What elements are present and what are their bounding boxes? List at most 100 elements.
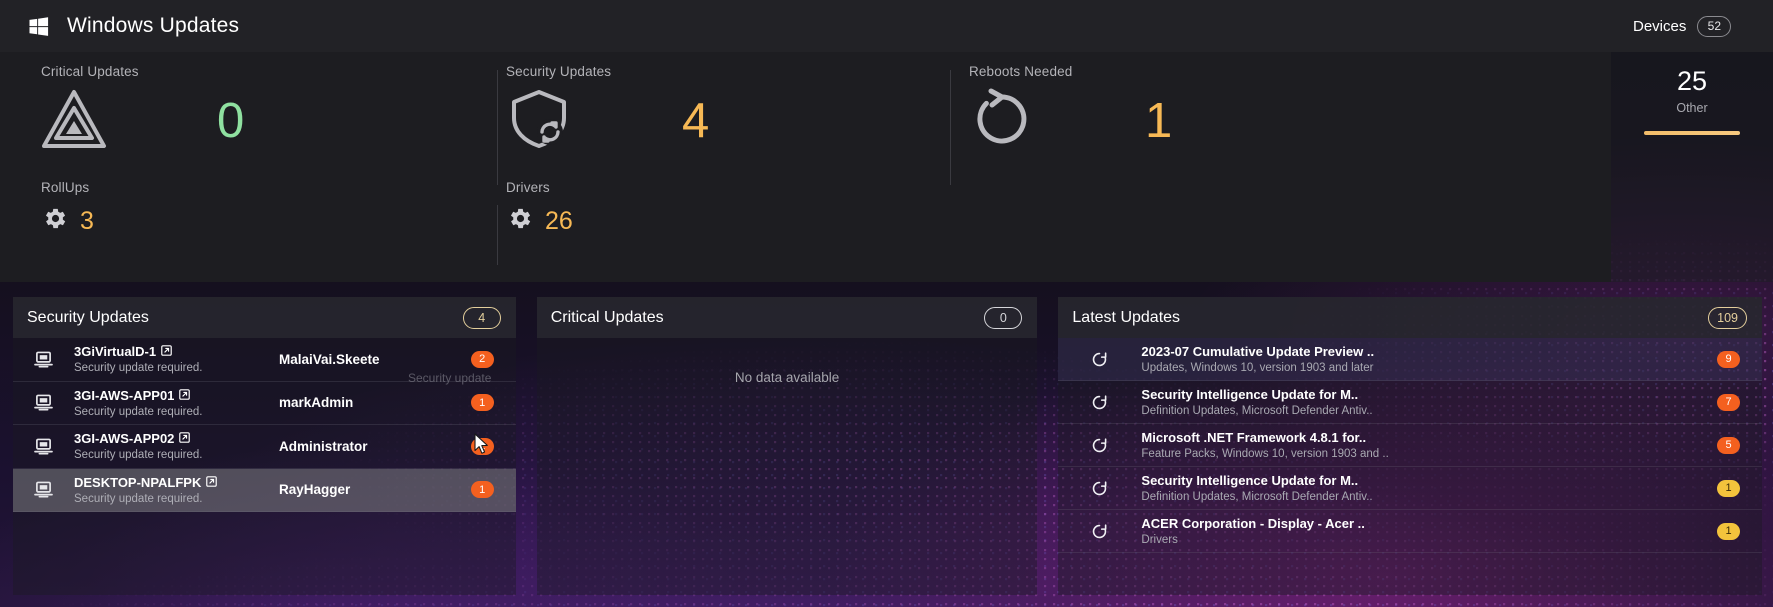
status-badge: 1 bbox=[1717, 479, 1740, 497]
device-user: MalaiVai.Skeete bbox=[279, 351, 380, 367]
list-item[interactable]: Microsoft .NET Framework 4.8.1 for.. Fea… bbox=[1058, 424, 1762, 467]
latest-updates-panel: Latest Updates 109 2023-07 Cumulative Up… bbox=[1058, 297, 1762, 595]
kpi-divider bbox=[497, 70, 498, 185]
devices-count-badge: 52 bbox=[1697, 15, 1732, 37]
list-item[interactable]: ACER Corporation - Display - Acer .. Dri… bbox=[1058, 510, 1762, 553]
kpi-drivers[interactable]: Drivers 26 bbox=[506, 180, 573, 237]
updates-summary-card: Windows Updates Critical Updates 0 Secur… bbox=[0, 0, 1611, 282]
table-row[interactable]: DESKTOP-NPALFPK Security update required… bbox=[13, 468, 516, 512]
critical-panel-title: Critical Updates bbox=[550, 308, 664, 326]
update-info: Microsoft .NET Framework 4.8.1 for.. Fea… bbox=[1141, 430, 1717, 460]
update-category: Definition Updates, Microsoft Defender A… bbox=[1141, 405, 1373, 417]
devices-progress-bar bbox=[1644, 131, 1740, 135]
computer-icon bbox=[13, 394, 74, 411]
table-row[interactable]: 3GiVirtualD-1 Security update required. … bbox=[13, 338, 516, 382]
top-region: Windows Updates Critical Updates 0 Secur… bbox=[0, 0, 1773, 282]
computer-icon bbox=[13, 481, 74, 498]
kpi-label: Drivers bbox=[506, 180, 550, 195]
device-user: markAdmin bbox=[279, 395, 354, 411]
update-info: Security Intelligence Update for M.. Def… bbox=[1141, 387, 1717, 417]
device-name-link[interactable]: 3GiVirtualD-1 bbox=[74, 344, 279, 359]
device-status: Security update required. bbox=[74, 405, 203, 418]
kpi-security-updates[interactable]: Security Updates 4 bbox=[506, 64, 709, 155]
dashboard-root: Windows Updates Critical Updates 0 Secur… bbox=[0, 0, 1773, 607]
external-link-icon[interactable] bbox=[179, 431, 191, 446]
devices-title: Devices bbox=[1633, 17, 1687, 35]
window-title-bar: Windows Updates bbox=[0, 0, 1611, 52]
update-category: Drivers bbox=[1141, 534, 1178, 546]
external-link-icon[interactable] bbox=[179, 388, 191, 403]
list-item[interactable]: 2023-07 Cumulative Update Preview .. Upd… bbox=[1058, 338, 1762, 381]
kpi-value: 0 bbox=[217, 94, 245, 148]
gear-icon bbox=[506, 205, 533, 237]
device-name: 3GiVirtualD-1 bbox=[74, 344, 157, 360]
device-name-link[interactable]: DESKTOP-NPALFPK bbox=[74, 475, 279, 490]
update-title: Security Intelligence Update for M.. bbox=[1141, 473, 1359, 488]
update-category: Definition Updates, Microsoft Defender A… bbox=[1141, 491, 1373, 503]
device-name: 3GI-AWS-APP01 bbox=[74, 387, 175, 403]
device-name: DESKTOP-NPALFPK bbox=[74, 474, 202, 490]
security-panel-header: Security Updates 4 bbox=[13, 297, 516, 338]
warning-triangle-icon bbox=[41, 88, 107, 155]
status-badge: 1 bbox=[1717, 522, 1740, 540]
device-user: RayHagger bbox=[279, 482, 351, 498]
devices-header: Devices 52 bbox=[1611, 0, 1773, 52]
device-info: DESKTOP-NPALFPK Security update required… bbox=[74, 475, 279, 505]
table-row[interactable]: 3GI-AWS-APP01 Security update required. … bbox=[13, 382, 516, 425]
status-badge: 5 bbox=[1717, 436, 1740, 454]
status-badge: 2 bbox=[470, 350, 494, 368]
list-item[interactable]: Security Intelligence Update for M.. Def… bbox=[1058, 467, 1762, 510]
windows-logo-icon bbox=[27, 15, 50, 38]
devices-big-number: 25 bbox=[1676, 66, 1708, 96]
update-title: 2023-07 Cumulative Update Preview .. bbox=[1141, 344, 1375, 359]
critical-updates-panel: Critical Updates 0 No data available bbox=[536, 297, 1038, 595]
kpi-label: Reboots Needed bbox=[969, 64, 1073, 79]
latest-panel-title: Latest Updates bbox=[1072, 308, 1181, 326]
device-info: 3GI-AWS-APP02 Security update required. bbox=[74, 431, 279, 461]
update-refresh-icon bbox=[1058, 351, 1141, 368]
kpi-rollups[interactable]: RollUps 3 bbox=[41, 180, 94, 237]
status-badge: 9 bbox=[1717, 350, 1740, 368]
devices-card[interactable]: Devices 52 25 Other bbox=[1611, 0, 1773, 282]
device-status: Security update required. bbox=[74, 449, 203, 462]
kpi-critical-updates[interactable]: Critical Updates 0 bbox=[41, 64, 244, 155]
page-title: Windows Updates bbox=[67, 14, 240, 37]
external-link-icon[interactable] bbox=[206, 475, 218, 490]
status-badge: 1 bbox=[470, 481, 494, 499]
device-user: Administrator bbox=[279, 438, 368, 454]
kpi-value: 1 bbox=[1145, 94, 1173, 148]
security-panel-title: Security Updates bbox=[27, 308, 149, 326]
devices-sub-label: Other bbox=[1676, 101, 1708, 115]
device-info: 3GI-AWS-APP01 Security update required. bbox=[74, 388, 279, 418]
update-title: Microsoft .NET Framework 4.8.1 for.. bbox=[1141, 430, 1367, 445]
computer-icon bbox=[13, 438, 74, 455]
security-panel-body: Security update 3GiVirtualD-1 Security u… bbox=[13, 338, 516, 595]
kpi-grid: Critical Updates 0 Security Updates 4 Re… bbox=[0, 52, 1611, 282]
external-link-icon[interactable] bbox=[161, 344, 172, 359]
panels-region: Security Updates 4 Security update 3GiVi… bbox=[13, 297, 1762, 595]
update-category: Updates, Windows 10, version 1903 and la… bbox=[1141, 362, 1374, 374]
update-title: Security Intelligence Update for M.. bbox=[1141, 387, 1359, 402]
reboot-icon bbox=[969, 88, 1035, 155]
update-title: ACER Corporation - Display - Acer .. bbox=[1141, 516, 1365, 531]
device-info: 3GiVirtualD-1 Security update required. bbox=[74, 344, 279, 374]
table-row[interactable]: 3GI-AWS-APP02 Security update required. … bbox=[13, 425, 516, 469]
mouse-cursor bbox=[474, 433, 489, 460]
latest-panel-count-badge: 109 bbox=[1708, 306, 1747, 329]
update-category: Feature Packs, Windows 10, version 1903 … bbox=[1141, 448, 1389, 460]
update-info: Security Intelligence Update for M.. Def… bbox=[1141, 473, 1717, 503]
kpi-reboots-needed[interactable]: Reboots Needed 1 bbox=[969, 64, 1172, 155]
empty-state-message: No data available bbox=[734, 370, 840, 385]
latest-panel-body: 2023-07 Cumulative Update Preview .. Upd… bbox=[1058, 338, 1762, 595]
computer-icon bbox=[13, 351, 74, 368]
kpi-label: RollUps bbox=[41, 180, 90, 195]
update-refresh-icon bbox=[1058, 480, 1141, 497]
device-name-link[interactable]: 3GI-AWS-APP01 bbox=[74, 388, 279, 403]
status-badge: 1 bbox=[470, 394, 494, 412]
list-item[interactable]: Security Intelligence Update for M.. Def… bbox=[1058, 381, 1762, 424]
device-status: Security update required. bbox=[74, 492, 203, 505]
kpi-divider bbox=[497, 205, 498, 265]
critical-panel-header: Critical Updates 0 bbox=[536, 297, 1038, 338]
device-name-link[interactable]: 3GI-AWS-APP02 bbox=[74, 431, 279, 446]
device-status: Security update required. bbox=[74, 362, 203, 375]
